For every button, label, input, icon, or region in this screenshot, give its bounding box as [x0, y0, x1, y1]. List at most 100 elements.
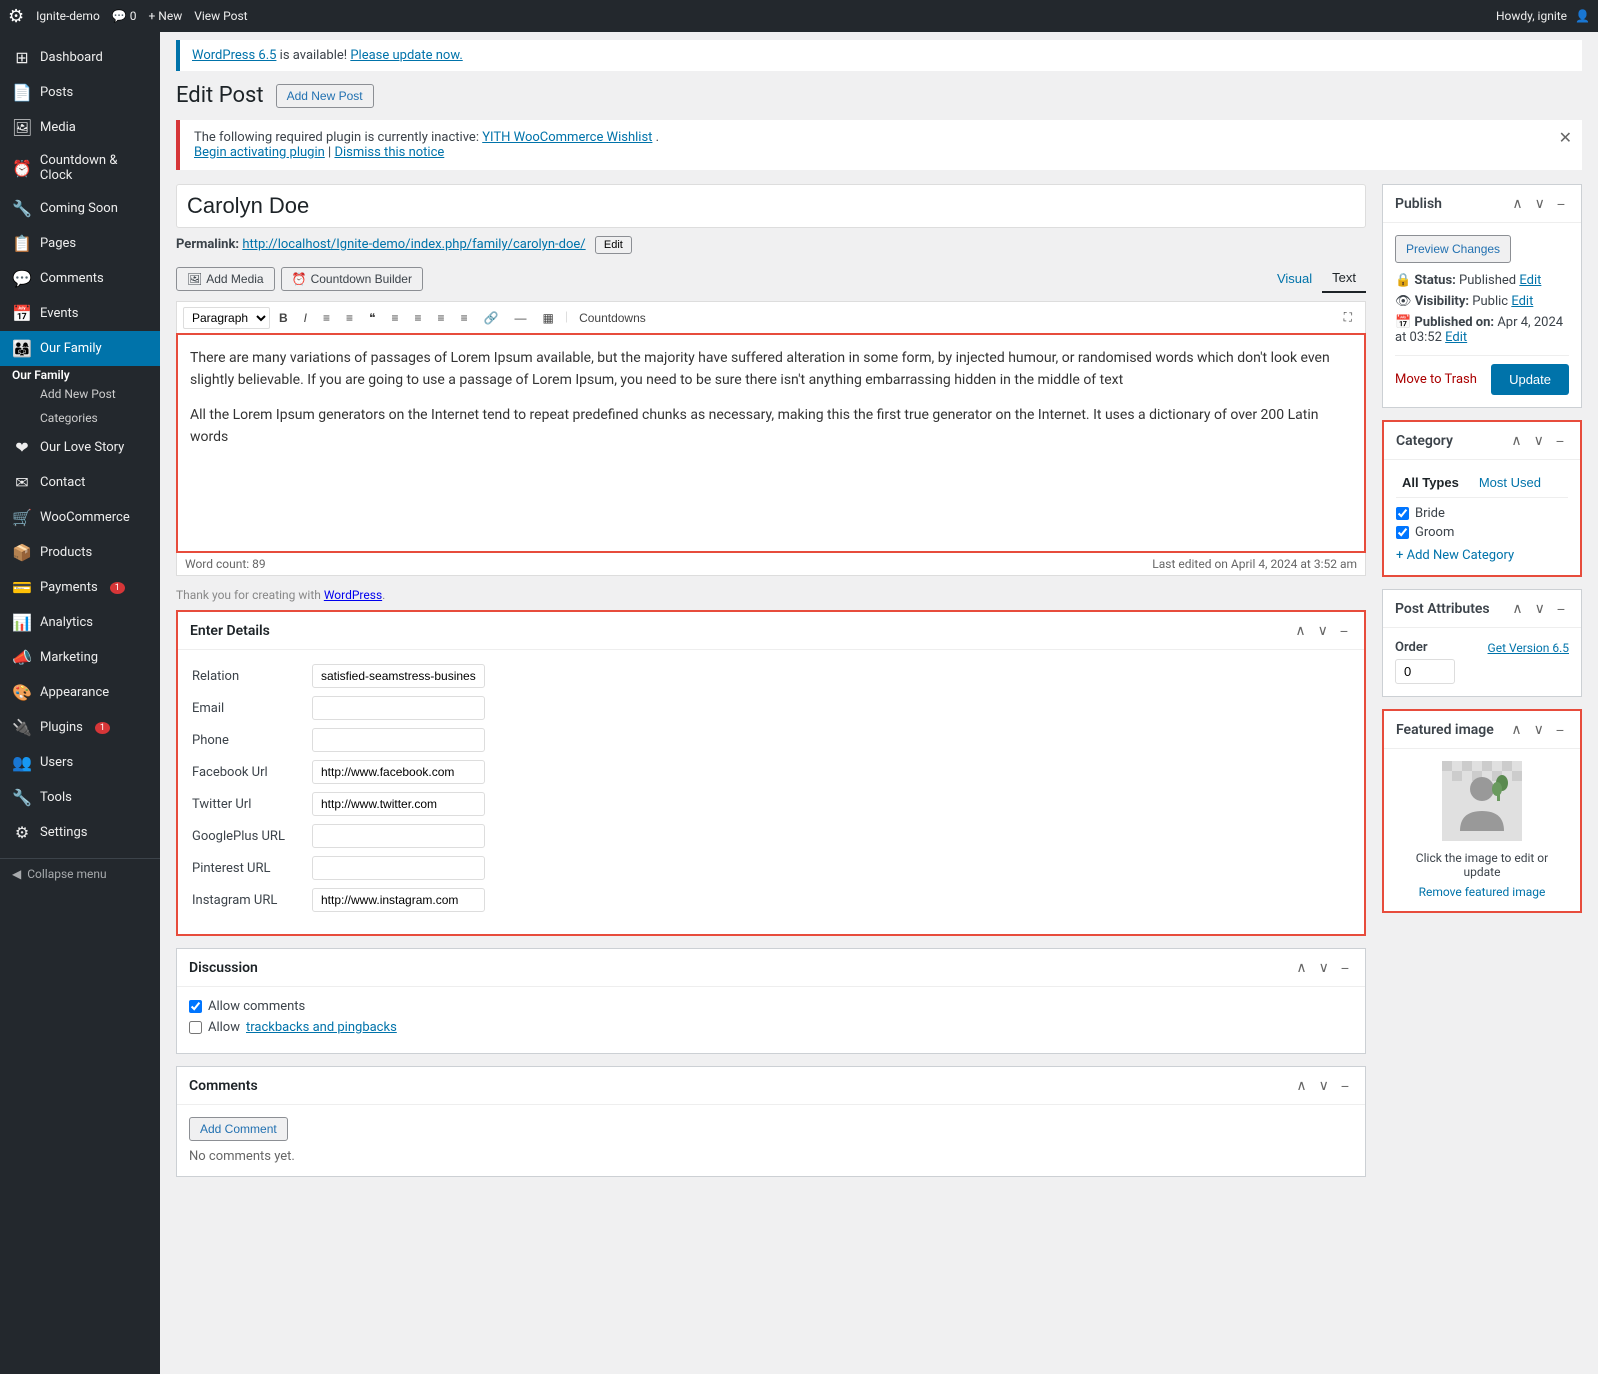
add-new-post-button[interactable]: Add New Post — [276, 84, 374, 108]
sidebar-item-tools[interactable]: 🔧 Tools — [0, 780, 160, 815]
sidebar-item-settings[interactable]: ⚙ Settings — [0, 815, 160, 850]
wordpress-link[interactable]: WordPress — [324, 588, 382, 602]
adminbar-site-name[interactable]: Ignite-demo — [36, 9, 100, 23]
hr-button[interactable]: — — [508, 307, 534, 329]
please-update-link[interactable]: Please update now. — [350, 48, 462, 63]
comments-minimize[interactable]: − — [1337, 1075, 1353, 1096]
sidebar-item-media[interactable]: 🖼 Media — [0, 110, 160, 145]
enter-details-header[interactable]: Enter Details ∧ ∨ − — [178, 612, 1364, 650]
twitter-input[interactable] — [312, 792, 485, 816]
googleplus-input[interactable] — [312, 824, 485, 848]
adminbar-new[interactable]: + New — [148, 9, 182, 23]
sidebar-item-users[interactable]: 👥 Users — [0, 745, 160, 780]
permalink-edit-button[interactable]: Edit — [595, 236, 632, 254]
date-edit-link[interactable]: Edit — [1445, 330, 1467, 345]
sidebar-item-products[interactable]: 📦 Products — [0, 535, 160, 570]
dismiss-notice-link[interactable]: Dismiss this notice — [334, 145, 444, 160]
sidebar-item-payments[interactable]: 💳 Payments 1 — [0, 570, 160, 605]
align-right-button[interactable]: ≡ — [431, 307, 452, 329]
align-left-button[interactable]: ≡ — [385, 307, 406, 329]
cat-tab-all-types[interactable]: All Types — [1396, 472, 1465, 493]
status-edit-link[interactable]: Edit — [1519, 273, 1541, 288]
sidebar-item-comments[interactable]: 💬 Comments — [0, 261, 160, 296]
sidebar-item-posts[interactable]: 📄 Posts — [0, 75, 160, 110]
enter-details-collapse-down[interactable]: ∨ — [1314, 620, 1332, 641]
sidebar-item-our-family[interactable]: 👨‍👩‍👧 Our Family — [0, 331, 160, 366]
order-input[interactable] — [1395, 659, 1455, 684]
table-button[interactable]: ▦ — [536, 307, 561, 329]
sidebar-item-plugins[interactable]: 🔌 Plugins 1 — [0, 710, 160, 745]
enter-details-collapse-up[interactable]: ∧ — [1291, 620, 1309, 641]
sidebar-item-woocommerce[interactable]: 🛒 WooCommerce — [0, 500, 160, 535]
category-minimize[interactable]: − — [1552, 430, 1568, 451]
enter-details-minimize[interactable]: − — [1336, 620, 1352, 641]
align-center-button[interactable]: ≡ — [408, 307, 429, 329]
category-up[interactable]: ∧ — [1507, 430, 1525, 451]
sidebar-sub-categories[interactable]: Categories — [0, 406, 160, 430]
cat-bride-checkbox[interactable] — [1396, 507, 1409, 520]
facebook-input[interactable] — [312, 760, 485, 784]
update-banner-link[interactable]: WordPress 6.5 — [192, 48, 276, 63]
discussion-header[interactable]: Discussion ∧ ∨ − — [177, 949, 1365, 987]
publish-down[interactable]: ∨ — [1531, 193, 1549, 214]
discussion-down[interactable]: ∨ — [1315, 957, 1333, 978]
pinterest-input[interactable] — [312, 856, 485, 880]
allow-trackbacks-checkbox[interactable] — [189, 1021, 202, 1034]
text-tab[interactable]: Text — [1322, 264, 1366, 293]
comments-header[interactable]: Comments ∧ ∨ − — [177, 1067, 1365, 1105]
permalink-url[interactable]: http://localhost/Ignite-demo/index.php/f… — [242, 237, 585, 252]
sidebar-item-coming-soon[interactable]: 🔧 Coming Soon — [0, 191, 160, 226]
link-button[interactable]: 🔗 — [477, 307, 506, 329]
sidebar-item-countdown-clock[interactable]: ⏰ Countdown & Clock — [0, 145, 160, 191]
sidebar-item-dashboard[interactable]: ⊞ Dashboard — [0, 40, 160, 75]
visual-tab[interactable]: Visual — [1267, 264, 1322, 293]
trackbacks-link[interactable]: trackbacks and pingbacks — [246, 1020, 397, 1035]
comments-up[interactable]: ∧ — [1292, 1075, 1310, 1096]
paragraph-select[interactable]: Paragraph — [183, 307, 270, 329]
featured-image-thumbnail[interactable] — [1442, 761, 1522, 841]
collapse-menu[interactable]: ◀ Collapse menu — [0, 858, 160, 889]
sidebar-item-contact[interactable]: ✉ Contact — [0, 465, 160, 500]
remove-featured-image-link[interactable]: Remove featured image — [1396, 885, 1568, 899]
ordered-list-button[interactable]: ≡ — [339, 307, 360, 329]
allow-comments-checkbox[interactable] — [189, 1000, 202, 1013]
activate-plugin-link[interactable]: Begin activating plugin — [194, 145, 325, 160]
discussion-up[interactable]: ∧ — [1292, 957, 1310, 978]
comments-down[interactable]: ∨ — [1315, 1075, 1333, 1096]
editor-area[interactable]: There are many variations of passages of… — [176, 333, 1366, 553]
publish-up[interactable]: ∧ — [1508, 193, 1526, 214]
post-title-input[interactable] — [176, 184, 1366, 228]
sidebar-item-our-love-story[interactable]: ❤ Our Love Story — [0, 430, 160, 465]
cat-groom-checkbox[interactable] — [1396, 526, 1409, 539]
fullscreen-button[interactable]: ⛶ — [1337, 306, 1359, 329]
featured-image-minimize[interactable]: − — [1552, 719, 1568, 740]
adminbar-view-post[interactable]: View Post — [194, 9, 247, 23]
get-version-link[interactable]: Get Version 6.5 — [1488, 641, 1569, 655]
close-notice-icon[interactable]: ✕ — [1559, 128, 1572, 147]
featured-image-down[interactable]: ∨ — [1530, 719, 1548, 740]
blockquote-button[interactable]: ❝ — [362, 307, 382, 329]
align-justify-button[interactable]: ≡ — [454, 307, 475, 329]
countdown-builder-button[interactable]: ⏰ Countdown Builder — [281, 267, 423, 291]
instagram-input[interactable] — [312, 888, 485, 912]
unordered-list-button[interactable]: ≡ — [316, 307, 337, 329]
italic-button[interactable]: I — [297, 307, 314, 329]
email-input[interactable] — [312, 696, 485, 720]
sidebar-sub-add-new-post[interactable]: Add New Post — [0, 382, 160, 406]
post-attr-minimize[interactable]: − — [1553, 598, 1569, 619]
post-attr-up[interactable]: ∧ — [1508, 598, 1526, 619]
add-comment-button[interactable]: Add Comment — [189, 1117, 288, 1141]
sidebar-item-events[interactable]: 📅 Events — [0, 296, 160, 331]
sidebar-item-marketing[interactable]: 📣 Marketing — [0, 640, 160, 675]
relation-input[interactable] — [312, 664, 485, 688]
add-media-button[interactable]: 🖼 Add Media — [176, 267, 275, 291]
preview-changes-button[interactable]: Preview Changes — [1395, 235, 1511, 263]
sidebar-item-pages[interactable]: 📋 Pages — [0, 226, 160, 261]
update-button[interactable]: Update — [1491, 364, 1569, 395]
add-new-category-link[interactable]: + Add New Category — [1396, 548, 1568, 563]
sidebar-item-appearance[interactable]: 🎨 Appearance — [0, 675, 160, 710]
discussion-minimize[interactable]: − — [1337, 957, 1353, 978]
featured-image-up[interactable]: ∧ — [1507, 719, 1525, 740]
sidebar-item-analytics[interactable]: 📊 Analytics — [0, 605, 160, 640]
phone-input[interactable] — [312, 728, 485, 752]
